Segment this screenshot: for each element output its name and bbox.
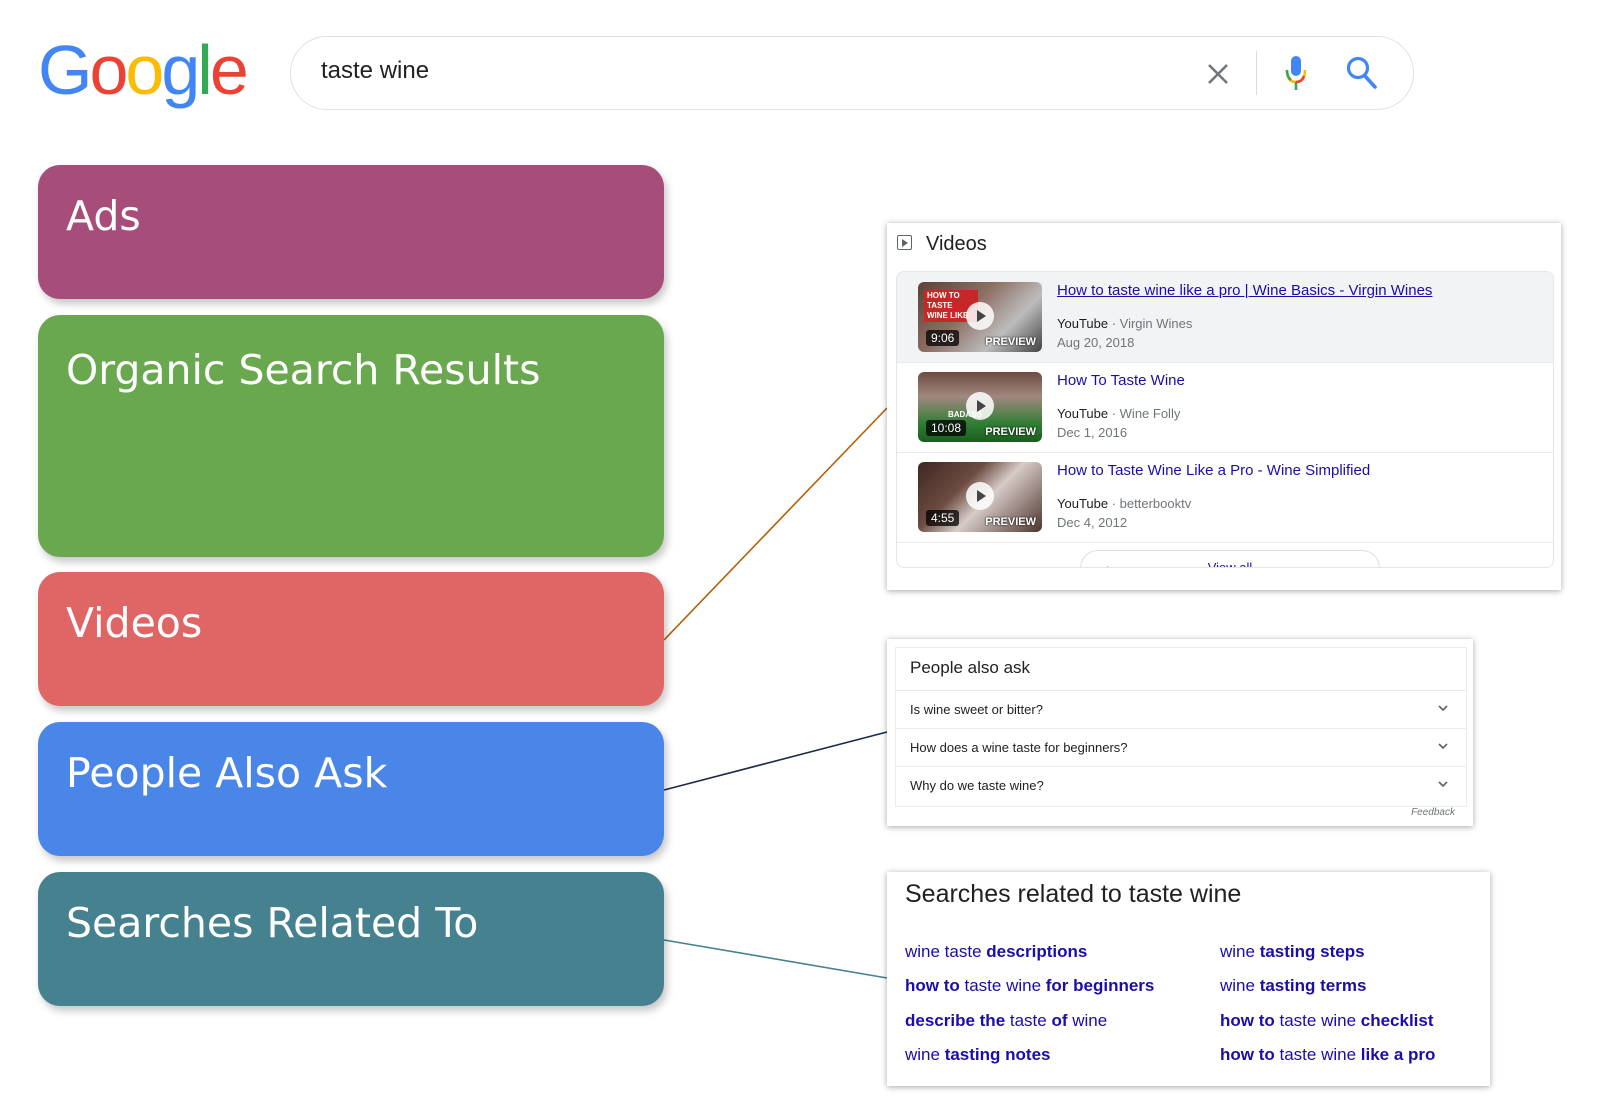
related-search-fragment: taste bbox=[1009, 1011, 1052, 1030]
video-duration: 10:08 bbox=[926, 420, 967, 436]
question-text: Is wine sweet or bitter? bbox=[910, 702, 1043, 717]
video-thumbnail[interactable]: HOW TO TASTE WINE LIKE 9:06 PREVIEW bbox=[918, 282, 1042, 352]
related-search-link[interactable]: wine tasting terms bbox=[1220, 976, 1366, 996]
related-search-link[interactable]: how to taste wine checklist bbox=[1220, 1011, 1434, 1031]
video-channel: betterbooktv bbox=[1119, 496, 1192, 511]
video-date: Aug 20, 2018 bbox=[1057, 335, 1135, 350]
related-searches-block: Searches Related To bbox=[38, 872, 664, 1006]
video-thumbnail[interactable]: BADASS 10:08 PREVIEW bbox=[918, 372, 1042, 442]
chevron-down-icon[interactable] bbox=[1438, 779, 1448, 789]
related-search-fragment: descriptions bbox=[986, 942, 1088, 961]
related-search-fragment: for beginners bbox=[1045, 976, 1155, 995]
preview-label: PREVIEW bbox=[985, 426, 1036, 438]
ads-label: Ads bbox=[66, 192, 141, 240]
people-also-ask-box: People also ask Is wine sweet or bitter?… bbox=[895, 647, 1467, 807]
preview-label: PREVIEW bbox=[985, 516, 1036, 528]
source-separator: · bbox=[1108, 496, 1120, 511]
play-icon[interactable] bbox=[966, 302, 994, 330]
related-search-fragment: like a pro bbox=[1360, 1045, 1436, 1064]
view-all-button[interactable]: → View all bbox=[1080, 550, 1380, 568]
related-searches-label: Searches Related To bbox=[66, 899, 479, 947]
video-date: Dec 1, 2016 bbox=[1057, 425, 1128, 440]
related-search-fragment: how to bbox=[1220, 1011, 1280, 1030]
related-search-link[interactable]: wine taste descriptions bbox=[905, 942, 1087, 962]
video-channel: Wine Folly bbox=[1119, 406, 1181, 421]
preview-label: PREVIEW bbox=[985, 336, 1036, 348]
question-text: Why do we taste wine? bbox=[910, 778, 1044, 793]
video-source: YouTube · betterbooktv bbox=[1057, 496, 1191, 511]
video-source: YouTube · Wine Folly bbox=[1057, 406, 1180, 421]
ads-block: Ads bbox=[38, 165, 664, 299]
videos-panel: Videos HOW TO TASTE WINE LIKE 9:06 PREVI… bbox=[887, 223, 1561, 590]
people-also-ask-heading: People also ask bbox=[910, 658, 1031, 677]
play-icon[interactable] bbox=[966, 392, 994, 420]
source-separator: · bbox=[1108, 406, 1120, 421]
related-search-fragment: of bbox=[1051, 1011, 1073, 1030]
video-duration: 4:55 bbox=[926, 510, 960, 526]
feedback-link[interactable]: Feedback bbox=[1411, 807, 1455, 818]
related-search-fragment: wine bbox=[1072, 1011, 1108, 1030]
question-text: How does a wine taste for beginners? bbox=[910, 740, 1128, 755]
related-search-fragment: taste wine bbox=[964, 976, 1046, 995]
chevron-down-icon[interactable] bbox=[1438, 703, 1448, 713]
question-row[interactable]: Why do we taste wine? bbox=[896, 766, 1466, 805]
related-search-fragment: how to bbox=[1220, 1045, 1280, 1064]
video-list: HOW TO TASTE WINE LIKE 9:06 PREVIEW How … bbox=[896, 271, 1554, 568]
related-search-fragment: wine taste bbox=[905, 942, 987, 961]
play-icon[interactable] bbox=[966, 482, 994, 510]
connector-people-also-ask bbox=[663, 731, 888, 791]
related-search-fragment: tasting notes bbox=[944, 1045, 1051, 1064]
related-search-link[interactable]: how to taste wine for beginners bbox=[905, 976, 1154, 996]
related-search-fragment: wine bbox=[1220, 942, 1260, 961]
people-also-ask-panel: People also ask Is wine sweet or bitter?… bbox=[887, 639, 1473, 826]
video-play-icon bbox=[897, 235, 912, 251]
related-search-fragment: tasting steps bbox=[1259, 942, 1365, 961]
videos-label: Videos bbox=[66, 599, 203, 647]
related-search-fragment: wine bbox=[905, 1045, 945, 1064]
related-search-fragment: checklist bbox=[1360, 1011, 1434, 1030]
related-searches-heading: Searches related to taste wine bbox=[905, 880, 1242, 908]
related-search-fragment: wine bbox=[1220, 976, 1260, 995]
video-thumbnail[interactable]: 4:55 PREVIEW bbox=[918, 462, 1042, 532]
video-channel: Virgin Wines bbox=[1119, 316, 1193, 331]
connector-videos bbox=[663, 407, 888, 641]
question-row[interactable]: How does a wine taste for beginners? bbox=[896, 728, 1466, 767]
video-title-link[interactable]: How to taste wine like a pro | Wine Basi… bbox=[1057, 282, 1432, 299]
related-searches-panel: Searches related to taste wine wine tast… bbox=[887, 872, 1490, 1086]
view-all-label: View all bbox=[1207, 560, 1253, 568]
source-separator: · bbox=[1108, 316, 1120, 331]
related-search-fragment: taste wine bbox=[1279, 1045, 1361, 1064]
related-search-link[interactable]: how to taste wine like a pro bbox=[1220, 1045, 1435, 1065]
people-also-ask-block: People Also Ask bbox=[38, 722, 664, 856]
video-title-link[interactable]: How To Taste Wine bbox=[1057, 372, 1185, 389]
video-result[interactable]: BADASS 10:08 PREVIEW How To Taste Wine Y… bbox=[897, 362, 1553, 453]
video-duration: 9:06 bbox=[926, 330, 960, 346]
videos-heading: Videos bbox=[897, 233, 987, 256]
related-search-fragment: how to bbox=[905, 976, 965, 995]
video-platform: YouTube bbox=[1057, 496, 1109, 511]
video-source: YouTube · Virgin Wines bbox=[1057, 316, 1192, 331]
videos-heading-text: Videos bbox=[926, 233, 987, 255]
video-platform: YouTube bbox=[1057, 316, 1109, 331]
chevron-down-icon[interactable] bbox=[1438, 741, 1448, 751]
video-result[interactable]: 4:55 PREVIEW How to Taste Wine Like a Pr… bbox=[897, 452, 1553, 543]
connector-related-searches bbox=[663, 939, 888, 979]
videos-block: Videos bbox=[38, 572, 664, 706]
related-search-fragment: tasting terms bbox=[1259, 976, 1367, 995]
video-result[interactable]: HOW TO TASTE WINE LIKE 9:06 PREVIEW How … bbox=[897, 272, 1553, 363]
question-row[interactable]: Is wine sweet or bitter? bbox=[896, 690, 1466, 729]
related-search-link[interactable]: wine tasting notes bbox=[905, 1045, 1050, 1065]
organic-results-label: Organic Search Results bbox=[66, 346, 541, 394]
related-search-link[interactable]: describe the taste of wine bbox=[905, 1011, 1107, 1031]
related-search-link[interactable]: wine tasting steps bbox=[1220, 942, 1365, 962]
organic-results-block: Organic Search Results bbox=[38, 315, 664, 557]
related-search-fragment: describe the bbox=[905, 1011, 1010, 1030]
related-search-fragment: taste wine bbox=[1279, 1011, 1361, 1030]
video-date: Dec 4, 2012 bbox=[1057, 515, 1128, 530]
people-also-ask-label: People Also Ask bbox=[66, 749, 388, 797]
video-title-link[interactable]: How to Taste Wine Like a Pro - Wine Simp… bbox=[1057, 462, 1370, 479]
video-platform: YouTube bbox=[1057, 406, 1109, 421]
